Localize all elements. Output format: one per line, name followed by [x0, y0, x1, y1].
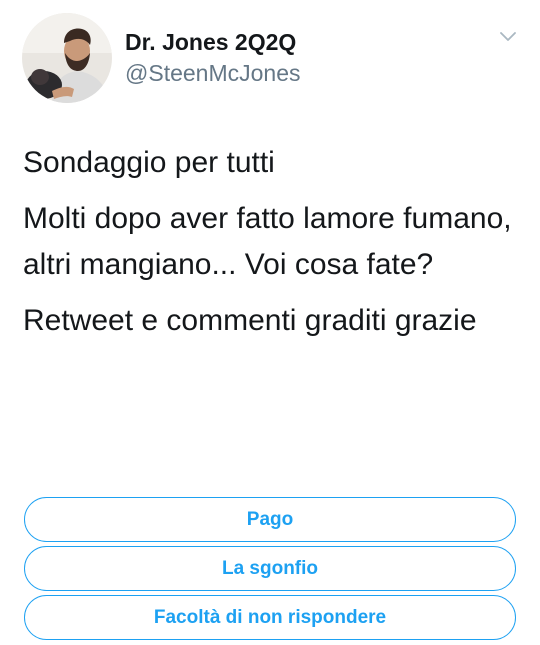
tweet-paragraph: Sondaggio per tutti — [23, 146, 275, 179]
tweet-paragraph: Retweet e commenti graditi grazie — [23, 304, 477, 337]
tweet-text: Sondaggio per tutti Molti dopo aver fatt… — [23, 140, 523, 354]
avatar[interactable] — [22, 13, 112, 103]
author-names: Dr. Jones 2Q2Q @SteenMcJones — [125, 28, 301, 88]
tweet-header: Dr. Jones 2Q2Q @SteenMcJones — [0, 0, 540, 110]
avatar-image — [22, 13, 112, 103]
user-handle[interactable]: @SteenMcJones — [125, 58, 301, 88]
poll: Pago La sgonfio Facoltà di non risponder… — [24, 497, 516, 644]
poll-option-pago[interactable]: Pago — [24, 497, 516, 542]
poll-option-la-sgonfio[interactable]: La sgonfio — [24, 546, 516, 591]
display-name[interactable]: Dr. Jones 2Q2Q — [125, 28, 301, 56]
poll-option-facolta-di-non-rispondere[interactable]: Facoltà di non rispondere — [24, 595, 516, 640]
chevron-down-icon[interactable] — [498, 30, 518, 44]
tweet: Dr. Jones 2Q2Q @SteenMcJones Sondaggio p… — [0, 0, 540, 645]
tweet-paragraph: Molti dopo aver fatto lamore fumano, alt… — [23, 202, 512, 281]
